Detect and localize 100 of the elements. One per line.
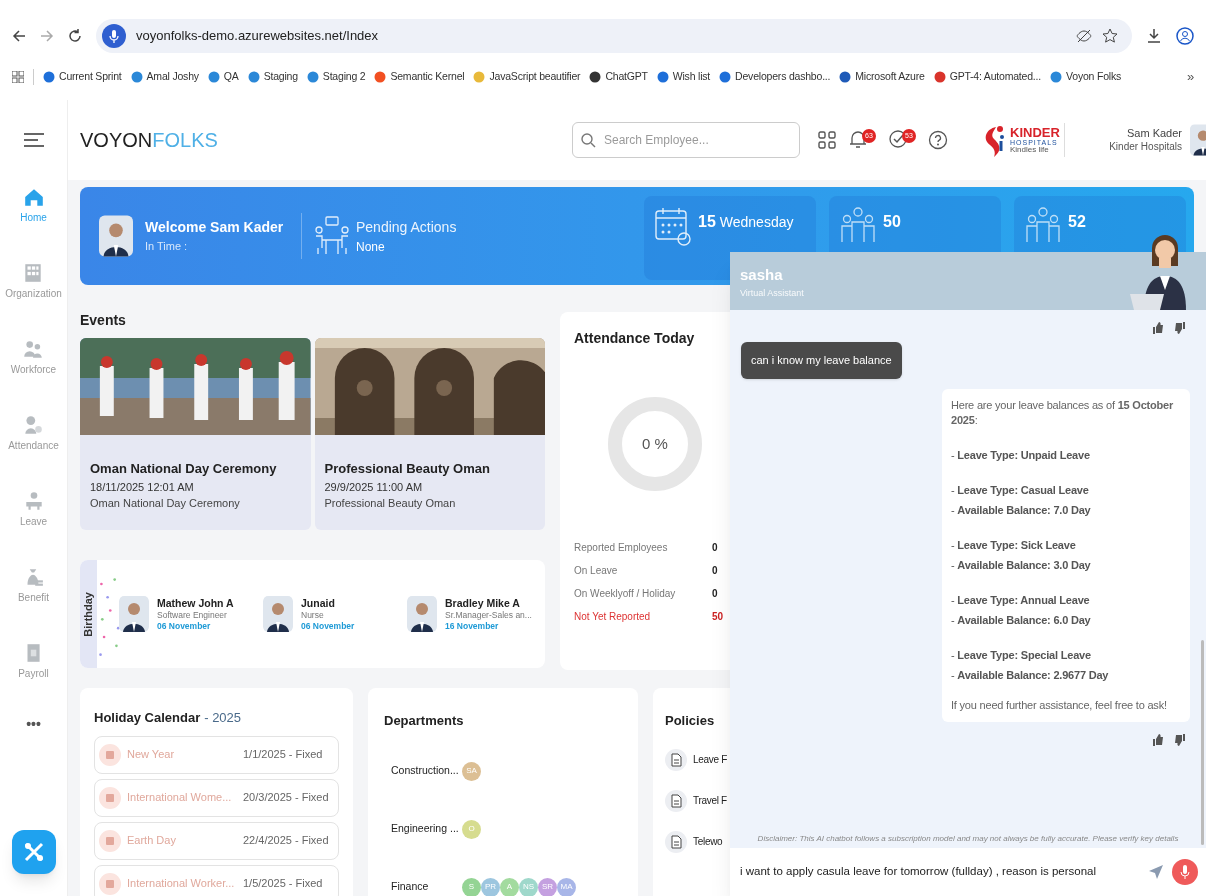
avatar — [407, 595, 437, 633]
stat-label: On Leave — [574, 564, 619, 578]
event-card[interactable]: Professional Beauty Oman 29/9/2025 11:00 AM Professional Beauty Oman — [314, 338, 545, 530]
bookmark[interactable]: Current Sprint — [43, 69, 122, 85]
assistant-name: sasha — [740, 265, 784, 285]
disclaimer-text: Disclaimer: This AI chatbot follows a subscription model and may not always be fully accurate. Please verify key details — [756, 833, 1180, 844]
event-title: Oman National Day Ceremony — [90, 460, 278, 478]
bookmark[interactable]: GPT-4: Automated... — [933, 69, 1041, 85]
calendar-icon — [99, 743, 121, 766]
reply-line: - Available Balance: 2.9677 Day — [951, 668, 1110, 683]
holiday-item[interactable]: Earth Day 22/4/2025 - Fixed — [94, 821, 339, 860]
microphone-button[interactable] — [1172, 859, 1198, 885]
download-icon[interactable] — [1146, 28, 1162, 44]
event-date: 18/11/2025 12:01 AM — [90, 479, 195, 495]
stat-value: 0 — [712, 541, 718, 555]
birthday-date: 06 November — [301, 620, 355, 632]
pending-actions-title: Pending Actions — [356, 217, 458, 237]
department-name[interactable]: Finance — [391, 879, 462, 895]
help-icon[interactable] — [928, 130, 948, 150]
person-role: Sr.Manager-Sales an... — [445, 609, 532, 621]
person-name: Mathew John A — [157, 596, 234, 610]
eye-slash-icon[interactable] — [1076, 28, 1092, 44]
pending-actions-value: None — [356, 238, 386, 256]
stat-value: 0 — [712, 587, 718, 601]
reply-line: - Leave Type: Annual Leave — [951, 593, 1091, 608]
event-card[interactable]: Oman National Day Ceremony 18/11/2025 12:01 AM Oman National Day Ceremony — [80, 338, 311, 530]
site-icon — [102, 24, 126, 48]
search-input[interactable]: Search Employee... — [604, 131, 784, 149]
reload-icon[interactable] — [68, 29, 82, 43]
grid-icon[interactable] — [818, 131, 836, 149]
reply-line: - Available Balance: 3.0 Day — [951, 558, 1092, 573]
bookmark[interactable]: Staging — [247, 69, 298, 85]
bookmark[interactable]: Wish list — [656, 69, 711, 85]
microphone-icon — [1180, 865, 1190, 879]
star-icon[interactable] — [1102, 28, 1118, 44]
thumbs-down-icon[interactable] — [1174, 734, 1186, 746]
bookmark[interactable]: Amal Joshy — [130, 69, 199, 85]
stat-value: 50 — [712, 610, 724, 624]
apps-icon[interactable] — [12, 71, 24, 83]
document-icon — [665, 789, 687, 812]
card-title: Departments — [384, 713, 464, 728]
department-name[interactable]: Engineering ... — [391, 821, 462, 837]
policy-link[interactable]: Telewo — [665, 830, 723, 853]
search-field[interactable]: Search Employee... — [572, 122, 800, 158]
birthday-date: 06 November — [157, 620, 212, 632]
bookmark[interactable]: QA — [207, 69, 239, 85]
person-clock-icon — [22, 414, 45, 436]
reply-line: - Leave Type: Casual Leave — [951, 483, 1090, 498]
stat-value: 0 — [712, 564, 718, 578]
reply-intro: Here are your leave balances as of 15 October 2025: — [951, 398, 1175, 428]
welcome-text: Welcome Sam Kader — [145, 218, 285, 238]
person-role: Software Engineer — [157, 609, 228, 621]
bookmark[interactable]: JavaScript beautifier — [473, 69, 581, 85]
meeting-icon — [314, 216, 350, 256]
event-description: Oman National Day Ceremony — [90, 496, 241, 511]
bookmark[interactable]: Voyon Folks — [1050, 69, 1121, 85]
holiday-item[interactable]: New Year 1/1/2025 - Fixed — [94, 735, 339, 774]
scrollbar[interactable] — [1201, 640, 1204, 845]
stat-value: 52 — [1068, 212, 1086, 232]
bookmark[interactable]: ChatGPT — [589, 69, 648, 85]
department-name[interactable]: Construction... — [391, 763, 462, 779]
more-menu[interactable]: ••• — [26, 714, 41, 735]
thumbs-up-icon[interactable] — [1152, 734, 1164, 746]
calendar-icon — [99, 829, 121, 852]
tools-button[interactable] — [11, 830, 56, 874]
address-bar[interactable]: voyonfolks-demo.azurewebsites.net/Index — [96, 19, 1132, 53]
bookmark[interactable]: Developers dashbo... — [719, 69, 831, 85]
thumbs-down-icon[interactable] — [1174, 322, 1186, 334]
avatar — [119, 595, 149, 633]
thumbs-up-icon[interactable] — [1152, 322, 1164, 334]
card-title: Policies — [665, 713, 715, 728]
message-input[interactable]: i want to apply casula leave for tomorrow (fullday) , reason is personal — [740, 863, 1140, 881]
reply-line: - Leave Type: Special Leave — [951, 648, 1092, 663]
avatar — [99, 213, 133, 259]
stat-value: 15 — [698, 212, 716, 232]
holiday-item[interactable]: International Wome... 20/3/2025 - Fixed — [94, 778, 339, 817]
year-label: - 2025 — [204, 709, 242, 727]
menu-icon[interactable] — [23, 133, 44, 147]
logo: VOYONFOLKS — [80, 128, 218, 152]
tools-icon — [22, 841, 45, 863]
send-icon[interactable] — [1148, 864, 1164, 880]
search-icon — [581, 132, 596, 148]
reply-line: - Leave Type: Unpaid Leave — [951, 448, 1091, 463]
profile-icon[interactable] — [1176, 27, 1194, 45]
message-field[interactable]: i want to apply casula leave for tomorrow (fullday) , reason is personal — [730, 848, 1206, 896]
person-name: Junaid — [301, 596, 336, 610]
user-company: Kinder Hospitals — [1109, 140, 1182, 154]
bookmark[interactable]: Semantic Kernel — [374, 69, 465, 85]
donut-label: 0 % — [641, 434, 669, 454]
bookmark[interactable]: Staging 2 — [306, 69, 366, 85]
person-name: Bradley Mike A — [445, 596, 521, 610]
policy-link[interactable]: Leave F — [665, 748, 728, 771]
bookmark[interactable]: Microsoft Azure — [839, 69, 925, 85]
event-description: Professional Beauty Oman — [324, 496, 457, 511]
more-bookmarks[interactable]: » — [1186, 67, 1194, 87]
in-time-label: In Time : — [145, 239, 189, 255]
stat-label: Wednesday — [719, 213, 794, 232]
holiday-item[interactable]: International Worker... 1/5/2025 - Fixed — [94, 864, 339, 896]
policy-link[interactable]: Travel F — [665, 789, 727, 812]
back-icon[interactable] — [12, 29, 26, 43]
